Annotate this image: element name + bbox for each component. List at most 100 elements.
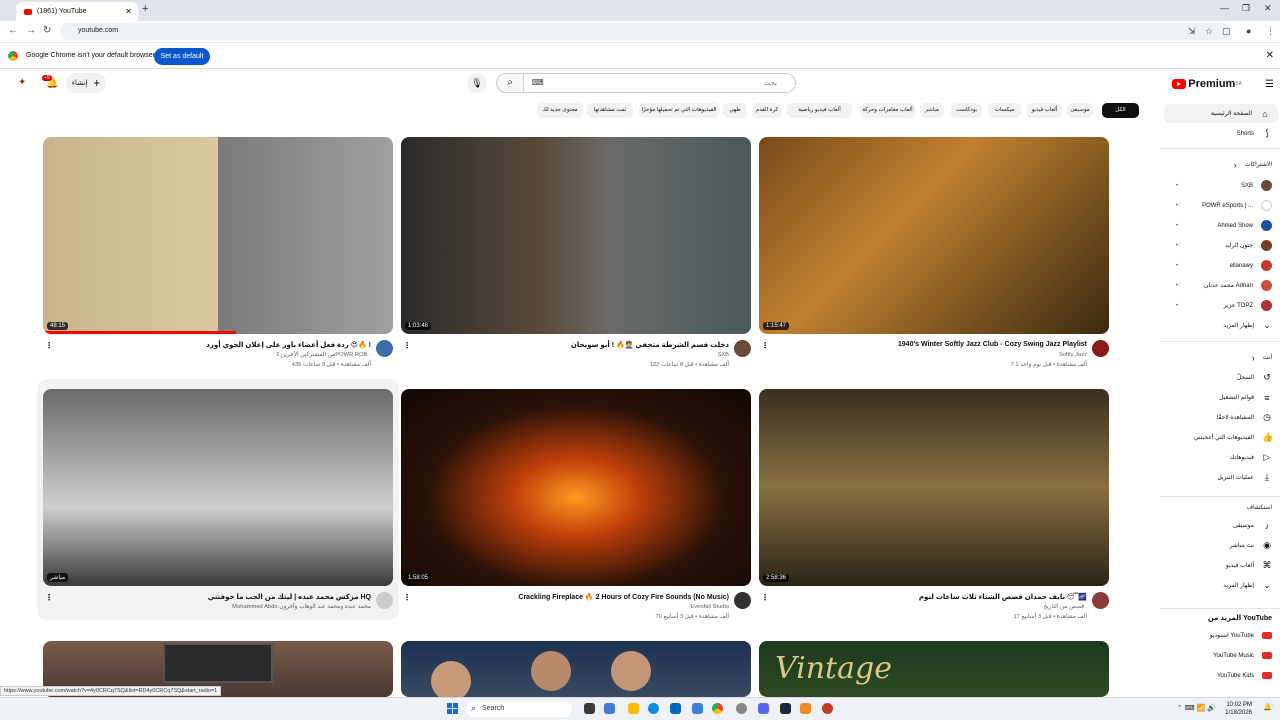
sidebar-subscription[interactable]: • Ahmed Show [1162,216,1280,235]
discord-icon[interactable] [758,703,769,714]
taskbar-search[interactable]: Search [466,701,572,717]
video-title[interactable]: 1940's Winter Softly Jazz Club - Cozy Sw… [898,341,1087,348]
filter-chip[interactable]: كرة القدم [752,103,782,118]
channel-avatar[interactable] [1092,592,1109,609]
more-actions-icon[interactable]: ⋮ [761,593,769,602]
sidebar-subscription[interactable]: • POWR eSports | ... [1162,196,1280,215]
close-tab-icon[interactable]: ✕ [125,7,132,16]
video-title[interactable]: Crackling Fireplace 🔥 2 Hours of Cozy Fi… [518,593,729,601]
reload-icon[interactable]: ↻ [43,25,51,36]
sidebar-item[interactable]: الفيديوهات التي أعجبتني 👍 [1162,428,1280,447]
sidebar-subscription[interactable]: • عزيز TOPZ [1162,296,1280,315]
channel-avatar[interactable] [376,592,393,609]
video-thumbnail[interactable]: Vintage [759,641,1109,697]
sidebar-subscription[interactable]: • جنون الرايد [1162,236,1280,255]
video-thumbnail[interactable]: 48:15 [43,137,393,334]
create-button[interactable]: إنشاء + [66,73,106,93]
filter-chip[interactable]: تمت مشاهدتها [587,103,633,118]
channel-name[interactable]: 2 من المشتركين الآخرينPOWR ROB · [273,352,371,358]
more-actions-icon[interactable]: ⋮ [45,341,53,350]
filter-chip[interactable]: الفيديوهات التي تم تحميلها مؤخرًا [639,103,719,118]
channel-name[interactable]: Evenfall Studio [687,604,729,610]
taskbar-clock[interactable]: 10:02 PM 1/18/2026 [1225,701,1252,717]
sidebar-item[interactable]: المشاهدة لاحقًا ◷ [1162,408,1280,427]
channel-name[interactable]: Mohammed Abdo محمد عبده ومحمد عبد الوهاب… [229,604,371,610]
tab-youtube[interactable]: (1861) YouTube ✕ [16,2,138,21]
sidebar-subscription[interactable]: • SXB [1162,176,1280,195]
infobar-close-icon[interactable]: ✕ [1266,50,1274,61]
video-title[interactable]: ردة فعل أعضاء باور على إعلان الجوي أورد … [206,341,371,349]
filter-chip[interactable]: ميكسات [988,103,1021,118]
guide-menu-icon[interactable]: ☰ [1265,79,1274,90]
channel-name[interactable]: Softly Jazz [1056,352,1087,358]
filter-chip[interactable]: ألعاب فيديو [1027,103,1062,118]
filter-chip[interactable]: مباشر [920,103,944,118]
more-actions-icon[interactable]: ⋮ [761,341,769,350]
filter-chip[interactable]: الكل [1102,103,1139,118]
filter-chip[interactable]: بودكاست [951,103,982,118]
youtube-premium-logo[interactable]: Premium SA [1172,78,1242,90]
chrome-icon[interactable] [712,703,723,714]
keyboard-icon[interactable]: ⌨ [532,78,544,87]
voice-search-button[interactable]: 🎙 [467,73,487,93]
channel-avatar[interactable] [376,340,393,357]
back-icon[interactable]: ← [8,25,18,36]
sidebar-item[interactable]: ألعاب فيديو ⌘ [1162,556,1280,575]
subs-show-more[interactable]: إظهار المزيد ⌄ [1162,316,1280,335]
close-window-icon[interactable]: ✕ [1264,3,1272,14]
sidebar-item[interactable]: YouTube Kids [1162,666,1280,685]
more-actions-icon[interactable]: ⋮ [45,593,53,602]
file-explorer-icon[interactable] [628,703,639,714]
sidebar-item[interactable]: فيديوهاتك ▷ [1162,448,1280,467]
filter-chip[interactable]: موسيقى [1067,103,1093,118]
notification-center-icon[interactable]: 🔔 [1263,703,1272,711]
sidebar-subscription[interactable]: • ellanawy [1162,256,1280,275]
mail-icon[interactable] [692,703,703,714]
chrome-menu-icon[interactable]: ⋮ [1266,26,1275,37]
sidebar-item[interactable]: موسيقى ♪ [1162,516,1280,535]
task-view-icon[interactable] [584,703,595,714]
sidebar-item[interactable]: إظهار المزيد ⌄ [1162,576,1280,595]
video-title[interactable]: دخلت قسم الشرطة متخفي 👮🔥 ! أبو سويحان [571,341,729,349]
system-tray-icons[interactable]: ⌃ ⌨ 📶 🔊 [1177,704,1216,712]
more-actions-icon[interactable]: ⋮ [403,593,411,602]
filter-chip[interactable]: ألعاب مغامرات وحركة [860,103,915,118]
sidebar-item[interactable]: عمليات التنزيل ⤓ [1162,468,1280,487]
new-tab-icon[interactable]: + [142,3,148,15]
filter-chip[interactable]: ألعاب فيديو رياضية [787,103,852,118]
subscriptions-header[interactable]: › الاشتراكات [1162,155,1280,174]
video-thumbnail[interactable]: 1:58:05 [401,389,751,586]
sidebar-item-shorts[interactable]: Shorts ⟆ [1162,124,1280,143]
minimize-icon[interactable]: — [1220,3,1229,13]
search-button[interactable]: ⌕ [496,73,524,93]
sidebar-item[interactable]: YouTube Music [1162,646,1280,665]
sidebar-item[interactable]: قوائم التشغيل ≡ [1162,388,1280,407]
address-bar[interactable]: youtube.com [60,23,1230,40]
video-thumbnail[interactable]: 1:03:48 [401,137,751,334]
channel-avatar[interactable] [734,592,751,609]
channel-name[interactable]: SXB [714,352,729,358]
extensions-icon[interactable]: ▢ [1222,26,1231,37]
forward-icon[interactable]: → [26,25,36,36]
sidebar-item[interactable]: استوديو YouTube [1162,626,1280,645]
steam-icon[interactable] [780,703,791,714]
video-thumbnail[interactable]: مباشر [43,389,393,586]
filter-chip[interactable]: محتوى جديد لك [537,103,583,118]
you-header[interactable]: › أنت [1162,348,1280,367]
account-avatar[interactable]: ✦ [18,77,26,88]
video-title[interactable]: نايف حمدان قصص الشتاء ثلاث ساعات لنوم 😴🌌 [919,593,1087,601]
app-icon[interactable] [822,703,833,714]
bookmark-star-icon[interactable]: ☆ [1205,26,1213,37]
video-title[interactable]: مزكس محمد عبده | ليتك من الحب ما خوفتني … [208,593,371,601]
store-icon[interactable] [670,703,681,714]
profile-avatar-icon[interactable]: ● [1246,26,1251,36]
install-icon[interactable]: ⇲ [1188,26,1196,37]
more-actions-icon[interactable]: ⋮ [403,341,411,350]
filter-chip[interactable]: طهي [723,103,747,118]
widgets-icon[interactable] [604,703,615,714]
set-default-button[interactable]: Set as default [154,48,210,65]
settings-gear-icon[interactable] [736,703,747,714]
video-thumbnail[interactable] [401,641,751,697]
maximize-icon[interactable]: ❐ [1242,3,1250,14]
video-thumbnail[interactable]: 1:15:47 [759,137,1109,334]
